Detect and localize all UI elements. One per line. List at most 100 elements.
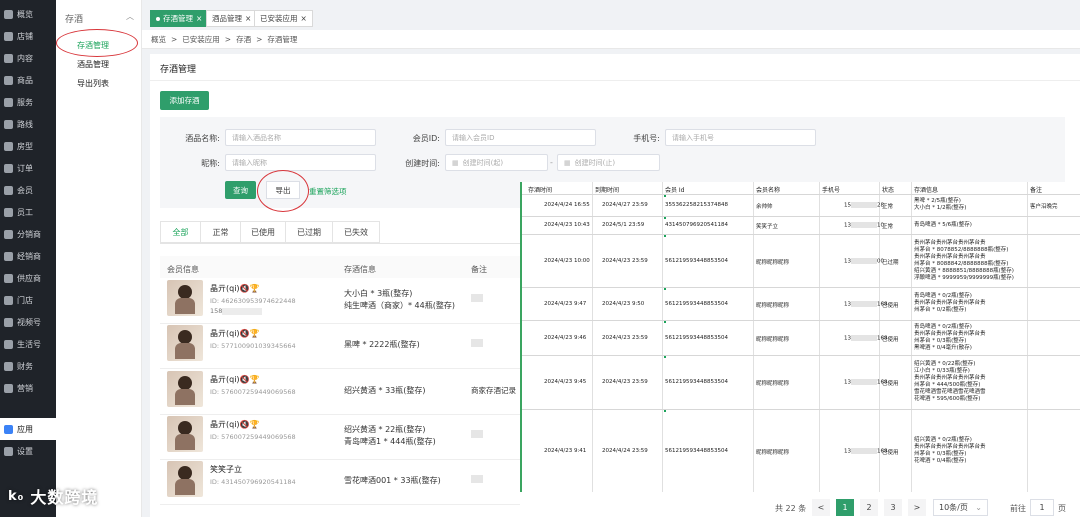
nav-item-marketing[interactable]: 营销	[0, 377, 56, 399]
status-tab-normal[interactable]: 正常	[200, 221, 241, 243]
tab-installed-apps[interactable]: 已安装应用 ×	[254, 10, 313, 27]
sheet-cell-wine-info: 黑啤 * 2/5瓶(整存) 大小白 * 1/2瓶(整存)	[914, 198, 967, 211]
breadcrumb-item[interactable]: 已安装应用	[182, 34, 220, 45]
nav-item-service[interactable]: 服务	[0, 91, 56, 113]
search-button[interactable]: 查询	[225, 181, 256, 199]
nav-item-shop[interactable]: 门店	[0, 289, 56, 311]
page-button-2[interactable]: 2	[860, 499, 878, 516]
phone-label: 手机号:	[633, 134, 660, 143]
member-icon	[4, 185, 13, 195]
breadcrumb: 概览 > 已安装应用 > 存酒 > 存酒管理	[142, 30, 1080, 49]
nav-item-distributor[interactable]: 分销商	[0, 223, 56, 245]
breadcrumb-separator-icon: >	[224, 34, 232, 44]
nav-item-goods[interactable]: 商品	[0, 69, 56, 91]
nav-item-finance[interactable]: 财务	[0, 355, 56, 377]
prev-page-button[interactable]: <	[812, 499, 830, 516]
tab-bar: 存酒管理 × 酒品管理 × 已安装应用 ×	[142, 0, 1080, 30]
end-date-input[interactable]: ▦ 创建时间(止)	[557, 154, 660, 171]
status-tab-expired[interactable]: 已过期	[285, 221, 333, 243]
sheet-cell-expire: 2024/4/23 9:50	[602, 301, 645, 307]
nav-item-settings[interactable]: 设置	[0, 440, 56, 462]
breadcrumb-item[interactable]: 存酒	[236, 34, 251, 45]
sheet-cell-time: 2024/4/23 9:46	[544, 335, 587, 341]
sheet-cell-status: 已使用	[882, 303, 899, 309]
start-date-placeholder: 创建时间(起)	[462, 158, 504, 167]
nav-item-dealer[interactable]: 经销商	[0, 245, 56, 267]
tab-wine-storage[interactable]: 存酒管理 ×	[150, 10, 209, 27]
nav-item-label: 营销	[17, 383, 33, 393]
row-divider	[160, 459, 520, 460]
chevron-up-icon[interactable]: ︿	[126, 11, 134, 22]
avatar-face	[178, 285, 192, 299]
sheet-phone-prefix: 15	[844, 202, 851, 209]
nav-item-route[interactable]: 路线	[0, 113, 56, 135]
nav-item-life[interactable]: 生活号	[0, 333, 56, 355]
sheet-row-line	[522, 287, 1080, 288]
phone-input[interactable]: 请输入手机号	[665, 129, 816, 146]
nickname-input[interactable]: 请输入昵称	[225, 154, 376, 171]
sheet-row-line	[522, 409, 1080, 410]
close-icon[interactable]: ×	[301, 14, 307, 23]
tab-wine-products[interactable]: 酒品管理 ×	[206, 10, 258, 27]
sheet-column-line	[592, 182, 593, 492]
blurred-phone	[851, 335, 877, 341]
breadcrumb-item[interactable]: 概览	[151, 34, 166, 45]
tab-label: 存酒管理	[163, 14, 193, 23]
sheet-cell-member-id: 561219593448853504	[665, 258, 728, 264]
sheet-column-line	[911, 182, 912, 492]
sub-nav-item-wine-products[interactable]: 酒品管理	[77, 59, 109, 70]
nav-item-store[interactable]: 店铺	[0, 25, 56, 47]
status-tab-used[interactable]: 已使用	[240, 221, 286, 243]
close-icon[interactable]: ×	[245, 14, 251, 23]
blurred-remark	[471, 430, 483, 438]
member-id: ID: 462630953974622448	[210, 297, 296, 305]
member-name: 晶亓(qi)🔇🏆	[210, 375, 260, 384]
nav-item-room[interactable]: 房型	[0, 135, 56, 157]
tab-label: 酒品管理	[212, 14, 242, 23]
sheet-cell-status: 已使用	[882, 337, 899, 343]
column-header-member: 会员信息	[167, 265, 199, 274]
apps-icon	[4, 424, 13, 434]
sheet-cell-expire: 2024/5/1 23:59	[602, 222, 645, 228]
close-icon[interactable]: ×	[196, 14, 202, 23]
nav-item-overview[interactable]: 概览	[0, 3, 56, 25]
cell-comment-marker	[664, 410, 666, 412]
sub-nav-item-export-list[interactable]: 导出列表	[77, 78, 109, 89]
sheet-cell-time: 2024/4/23 9:41	[544, 448, 587, 454]
blurred-phone	[851, 448, 877, 454]
reset-filters-link[interactable]: 重置筛选项	[309, 186, 347, 197]
page-size-select[interactable]: 10条/页 ⌄	[933, 499, 988, 516]
page-button-3[interactable]: 3	[884, 499, 902, 516]
blurred-phone	[851, 301, 877, 307]
sheet-cell-member-id: 561219593448853504	[665, 379, 728, 385]
status-tab-all[interactable]: 全部	[160, 221, 201, 243]
nav-item-order[interactable]: 订单	[0, 157, 56, 179]
nav-item-apps[interactable]: 应用	[0, 418, 56, 440]
sheet-cell-status: 已使用	[882, 381, 899, 387]
wine-name-input[interactable]: 请输入酒品名称	[225, 129, 376, 146]
wine-info-line: 青岛啤酒1 * 444瓶(整存)	[344, 437, 436, 446]
wine-info-line: 绍兴黄酒 * 33瓶(整存)	[344, 386, 426, 395]
goto-page-input[interactable]: 1	[1030, 499, 1054, 516]
sheet-cell-name: 余帅帅	[756, 204, 773, 210]
tab-label: 已安装应用	[260, 14, 298, 23]
sheet-header-cell: 存酒时间	[528, 187, 553, 194]
nav-item-staff[interactable]: 员工	[0, 201, 56, 223]
add-wine-button[interactable]: 添加存酒	[160, 91, 209, 110]
status-tab-invalid[interactable]: 已失效	[332, 221, 380, 243]
divider	[150, 80, 1080, 81]
start-date-input[interactable]: ▦ 创建时间(起)	[445, 154, 548, 171]
nav-item-member[interactable]: 会员	[0, 179, 56, 201]
nav-item-label: 商品	[17, 75, 33, 85]
nav-item-supplier[interactable]: 供应商	[0, 267, 56, 289]
member-id-input[interactable]: 请输入会员ID	[445, 129, 596, 146]
page-button-1[interactable]: 1	[836, 499, 854, 516]
sheet-cell-name: 昵称昵称昵称	[756, 450, 790, 456]
nav-item-video[interactable]: 视频号	[0, 311, 56, 333]
finance-icon	[4, 361, 13, 371]
cell-comment-marker	[664, 288, 666, 290]
blurred-phone	[851, 258, 877, 264]
nav-item-content[interactable]: 内容	[0, 47, 56, 69]
next-page-button[interactable]: >	[908, 499, 926, 516]
cell-comment-marker	[664, 235, 666, 237]
